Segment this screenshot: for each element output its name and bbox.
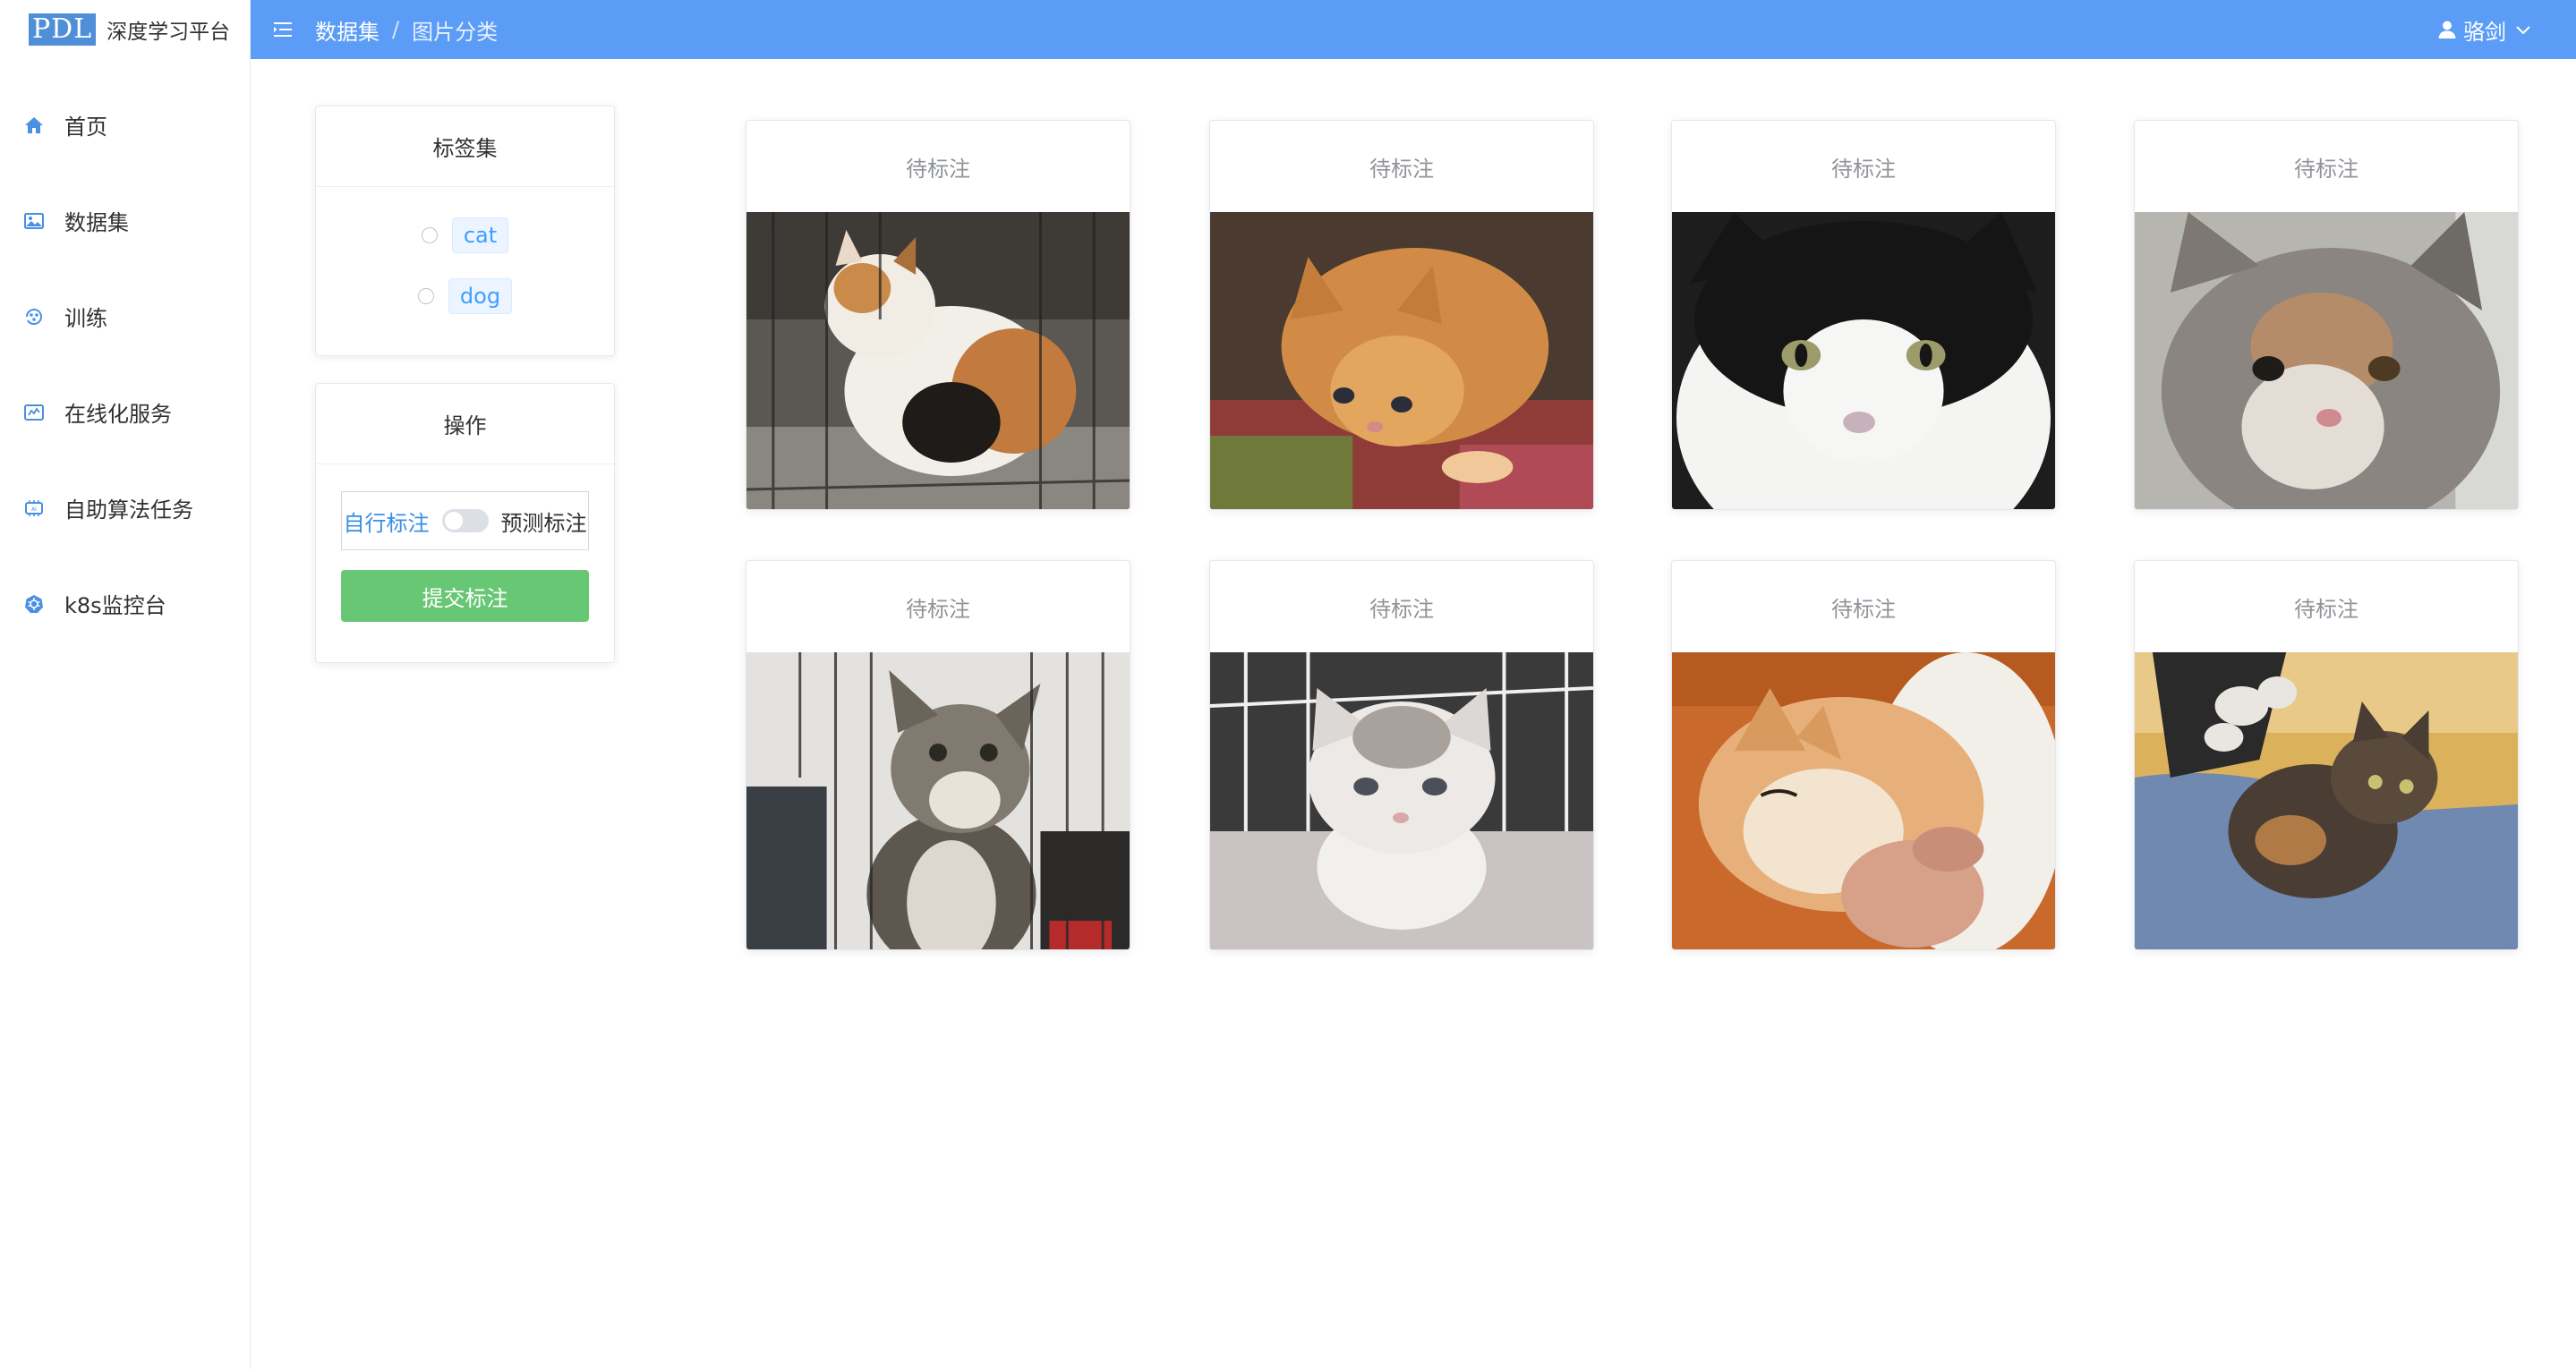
sidebar-item-label: 自助算法任务 bbox=[64, 497, 193, 523]
chevron-down-icon bbox=[2515, 21, 2531, 38]
annotation-mode-toggle: 自行标注 预测标注 bbox=[341, 491, 589, 550]
card-status: 待标注 bbox=[2294, 596, 2358, 622]
cat-photo[interactable] bbox=[2135, 212, 2518, 509]
sidebar: PDL 深度学习平台 首页 数据集 训练 在线化服务 AI 自助算法任务 k8s… bbox=[0, 0, 251, 1369]
tag-radio-cat[interactable] bbox=[421, 227, 438, 243]
sidebar-item-dataset[interactable]: 数据集 bbox=[0, 173, 250, 268]
breadcrumb-dataset[interactable]: 数据集 bbox=[315, 14, 380, 46]
card-status: 待标注 bbox=[906, 596, 970, 622]
image-card[interactable]: 待标注 bbox=[2134, 120, 2519, 510]
sidebar-item-label: 在线化服务 bbox=[64, 402, 172, 427]
card-status: 待标注 bbox=[906, 156, 970, 182]
card-status: 待标注 bbox=[1831, 156, 1896, 182]
sidebar-item-home[interactable]: 首页 bbox=[0, 77, 250, 173]
user-name: 骆剑 bbox=[2463, 19, 2506, 45]
service-icon bbox=[23, 402, 45, 423]
tag-set-title: 标签集 bbox=[316, 106, 614, 187]
tag-cat[interactable]: cat bbox=[451, 217, 509, 253]
training-icon bbox=[23, 306, 45, 327]
user-menu[interactable]: 骆剑 bbox=[2436, 0, 2531, 59]
card-status: 待标注 bbox=[1369, 596, 1434, 622]
k8s-icon bbox=[23, 593, 45, 615]
top-header: 数据集 / 图片分类 骆剑 bbox=[251, 0, 2576, 59]
brand-name: 深度学习平台 bbox=[107, 21, 231, 44]
manual-annotation-label[interactable]: 自行标注 bbox=[344, 506, 430, 537]
sidebar-item-label: k8s监控台 bbox=[64, 593, 166, 618]
cat-photo[interactable] bbox=[746, 652, 1130, 949]
mode-switch[interactable] bbox=[441, 509, 489, 532]
image-card[interactable]: 待标注 bbox=[1671, 560, 2056, 950]
breadcrumb: 数据集 / 图片分类 bbox=[315, 14, 498, 46]
submit-annotation-button[interactable]: 提交标注 bbox=[341, 570, 589, 622]
image-icon bbox=[23, 210, 45, 232]
tag-option-dog[interactable]: dog bbox=[316, 266, 614, 327]
cat-photo[interactable] bbox=[1672, 652, 2055, 949]
user-icon bbox=[2436, 19, 2458, 40]
cat-photo[interactable] bbox=[746, 212, 1130, 509]
sidebar-item-k8s[interactable]: k8s监控台 bbox=[0, 556, 250, 651]
operations-panel: 操作 自行标注 预测标注 提交标注 bbox=[315, 383, 615, 663]
menu-collapse-icon[interactable] bbox=[270, 17, 295, 42]
tag-radio-dog[interactable] bbox=[417, 288, 434, 304]
svg-text:AI: AI bbox=[31, 506, 37, 513]
predict-annotation-label[interactable]: 预测标注 bbox=[501, 506, 587, 537]
operations-title: 操作 bbox=[316, 384, 614, 464]
card-status: 待标注 bbox=[1369, 156, 1434, 182]
sidebar-item-label: 数据集 bbox=[64, 210, 129, 235]
card-status: 待标注 bbox=[2294, 156, 2358, 182]
tag-list: cat dog bbox=[316, 187, 614, 327]
image-card[interactable]: 待标注 bbox=[2134, 560, 2519, 950]
sidebar-item-training[interactable]: 训练 bbox=[0, 268, 250, 364]
breadcrumb-separator: / bbox=[392, 17, 400, 42]
image-card[interactable]: 待标注 bbox=[746, 560, 1130, 950]
tag-set-panel: 标签集 cat dog bbox=[315, 106, 615, 356]
sidebar-item-label: 首页 bbox=[64, 115, 107, 140]
sidebar-item-algorithm[interactable]: AI 自助算法任务 bbox=[0, 460, 250, 556]
sidebar-menu: 首页 数据集 训练 在线化服务 AI 自助算法任务 k8s监控台 bbox=[0, 77, 250, 651]
image-card[interactable]: 待标注 bbox=[1671, 120, 2056, 510]
sidebar-item-label: 训练 bbox=[64, 306, 107, 331]
home-icon bbox=[23, 115, 45, 136]
logo[interactable]: PDL 深度学习平台 bbox=[0, 0, 250, 59]
cat-photo[interactable] bbox=[1672, 212, 2055, 509]
tag-option-cat[interactable]: cat bbox=[316, 205, 614, 266]
cat-photo[interactable] bbox=[1210, 652, 1593, 949]
card-status: 待标注 bbox=[1831, 596, 1896, 622]
logo-mark: PDL bbox=[29, 13, 97, 46]
cat-photo[interactable] bbox=[2135, 652, 2518, 949]
image-card[interactable]: 待标注 bbox=[746, 120, 1130, 510]
breadcrumb-current: 图片分类 bbox=[412, 19, 499, 45]
sidebar-item-service[interactable]: 在线化服务 bbox=[0, 364, 250, 460]
image-card[interactable]: 待标注 bbox=[1209, 120, 1594, 510]
algorithm-icon: AI bbox=[23, 497, 45, 519]
cat-photo[interactable] bbox=[1210, 212, 1593, 509]
image-card[interactable]: 待标注 bbox=[1209, 560, 1594, 950]
tag-dog[interactable]: dog bbox=[448, 278, 513, 314]
